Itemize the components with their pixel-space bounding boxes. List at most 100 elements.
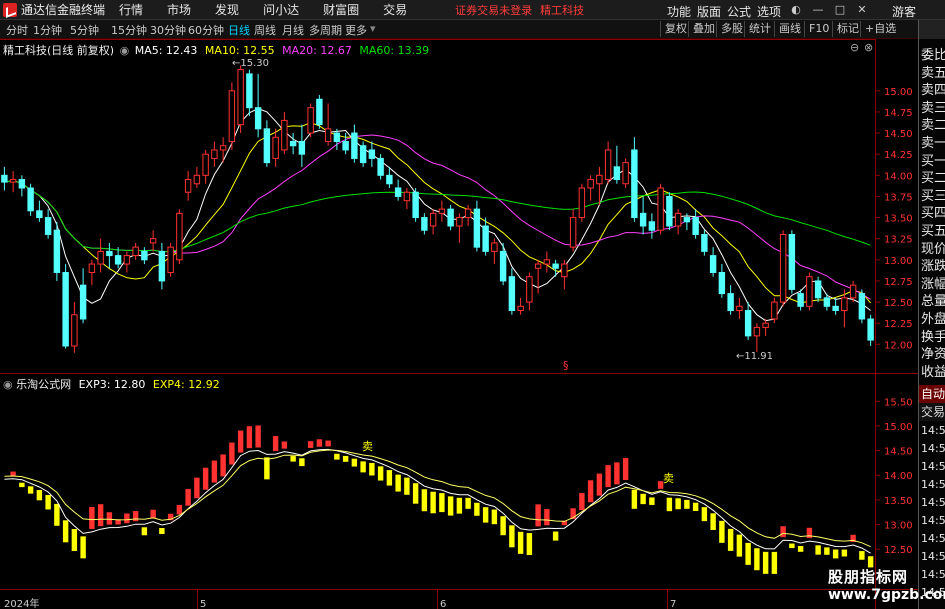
indicator-bar-down <box>299 458 305 467</box>
menu-item-layout[interactable]: 版面 <box>697 3 721 20</box>
candle-body <box>429 212 437 227</box>
statistics-button[interactable]: 统计 <box>744 21 775 37</box>
indicator-bar-up <box>281 441 288 449</box>
candle-body <box>9 179 17 183</box>
period-more[interactable]: 更多 <box>345 22 367 38</box>
candle-body <box>386 174 393 185</box>
candle-body <box>211 149 218 159</box>
indicator-bar-down <box>552 531 559 541</box>
candle-body <box>36 210 43 219</box>
draw-line-button[interactable]: 画线 <box>774 21 805 37</box>
indicator-bar-up <box>587 480 594 503</box>
y-tick-label: 14.00 <box>884 171 913 182</box>
login-notice[interactable]: 证券交易未登录 <box>455 2 532 18</box>
indicator-bar-down <box>342 455 349 462</box>
close-icon[interactable]: ✕ <box>856 4 868 16</box>
chart-close-icon[interactable]: ⊗ <box>864 41 873 54</box>
menu-item-quotes[interactable]: 行情 <box>119 1 143 18</box>
period-weekly[interactable]: 周线 <box>254 22 276 38</box>
settings-dot-icon[interactable]: ◉ <box>120 44 130 57</box>
candle-body <box>639 212 647 227</box>
candle-body <box>307 107 314 134</box>
overlay-button[interactable]: 叠加 <box>688 21 719 37</box>
candle-body <box>604 149 612 181</box>
menu-item-function[interactable]: 功能 <box>667 3 691 20</box>
indicator-bar-down <box>351 458 358 467</box>
maximize-icon[interactable]: □ <box>834 4 846 16</box>
menu-item-wealth[interactable]: 财富圈 <box>323 1 359 18</box>
candle-body <box>771 301 778 320</box>
indicator-bar-up <box>316 439 323 447</box>
candle-body <box>736 305 743 312</box>
y-tick-label: 12.50 <box>884 545 913 556</box>
y-tick-label: 13.00 <box>884 256 913 267</box>
candle-body <box>263 128 271 164</box>
x-label-year: 2024年 <box>4 597 39 609</box>
sub-settings-dot-icon[interactable]: ◉ <box>3 378 13 391</box>
period-more-chevron-icon[interactable]: ▾ <box>370 22 376 35</box>
menu-item-discover[interactable]: 发现 <box>215 1 239 18</box>
candle-body <box>27 187 34 212</box>
indicator-bar-down <box>474 502 480 516</box>
period-15min[interactable]: 15分钟 <box>111 22 147 38</box>
period-30min[interactable]: 30分钟 <box>150 22 186 38</box>
period-daily[interactable]: 日线 <box>228 22 250 38</box>
panel-label: 卖五 <box>921 65 945 81</box>
y-tick-label: 14.00 <box>884 471 913 482</box>
candle-body <box>158 250 166 282</box>
guest-button[interactable]: 游客 <box>892 3 916 20</box>
period-60min[interactable]: 60分钟 <box>188 22 224 38</box>
menu-item-ask[interactable]: 问小达 <box>263 1 299 18</box>
panel-label: 收益 <box>921 364 945 380</box>
panel-label: 卖三 <box>921 100 945 116</box>
menu-item-trade[interactable]: 交易 <box>383 1 407 18</box>
skin-icon[interactable]: ◐ <box>790 4 802 16</box>
indicator-bar-down <box>36 489 43 501</box>
x-label-june: 6 <box>440 599 446 609</box>
panel-guest-tab[interactable] <box>919 20 945 39</box>
ma10-label: MA10: 12.55 <box>204 44 275 57</box>
auto-trade-button[interactable]: 自动 <box>919 385 945 403</box>
kline-chart[interactable]: 15.00 14.75 14.50 14.25 14.00 13.75 13.50 13.25… <box>0 39 918 609</box>
candle-body <box>683 217 691 223</box>
indicator-bar-up <box>246 426 253 449</box>
indicator-bar-up <box>325 440 331 447</box>
candle-body <box>569 217 577 248</box>
period-monthly[interactable]: 月线 <box>282 22 304 38</box>
ma20-line <box>4 134 871 300</box>
panel-label: 涨跌 <box>921 259 945 275</box>
period-5min[interactable]: 5分钟 <box>70 22 99 38</box>
menu-item-market[interactable]: 市场 <box>167 1 191 18</box>
indicator-bar-down <box>360 461 366 473</box>
indicator-bar-down <box>675 498 681 510</box>
candle-body <box>648 221 656 231</box>
indicator-bar-down <box>395 474 401 492</box>
candle-body <box>867 318 874 341</box>
add-watchlist-button[interactable]: +自选 <box>860 21 900 37</box>
candle-body <box>368 149 376 159</box>
menu-item-options[interactable]: 选项 <box>757 3 781 20</box>
mark-button[interactable]: 标记 <box>832 21 863 37</box>
f10-button[interactable]: F10 <box>804 21 833 37</box>
menu-bar: 通达信金融终端 行情 市场 发现 问小达 财富圈 交易 证券交易未登录 精工科技… <box>0 0 945 20</box>
chart-zoom-icon[interactable]: ⊖ <box>850 41 859 54</box>
candle-body <box>167 246 174 273</box>
y-tick-label: 13.50 <box>884 214 913 225</box>
ma20-label: MA20: 12.67 <box>282 44 352 57</box>
period-1min[interactable]: 1分钟 <box>33 22 62 38</box>
candle-body <box>254 107 262 130</box>
adjust-button[interactable]: 复权 <box>660 21 691 37</box>
candle-body <box>71 314 78 347</box>
indicator-bar-up <box>132 510 139 522</box>
candle-body <box>438 208 446 214</box>
multi-stock-button[interactable]: 多股 <box>716 21 747 37</box>
menu-item-formula[interactable]: 公式 <box>727 3 751 20</box>
candle-body <box>316 98 323 126</box>
period-multi[interactable]: 多周期 <box>309 22 342 38</box>
period-intraday[interactable]: 分时 <box>6 22 28 38</box>
candle-body <box>97 250 104 265</box>
y-tick-label: 14.25 <box>884 150 913 161</box>
candle-body <box>412 191 419 219</box>
minimize-icon[interactable]: — <box>812 4 824 16</box>
trade-button[interactable]: 交易 <box>919 403 945 421</box>
